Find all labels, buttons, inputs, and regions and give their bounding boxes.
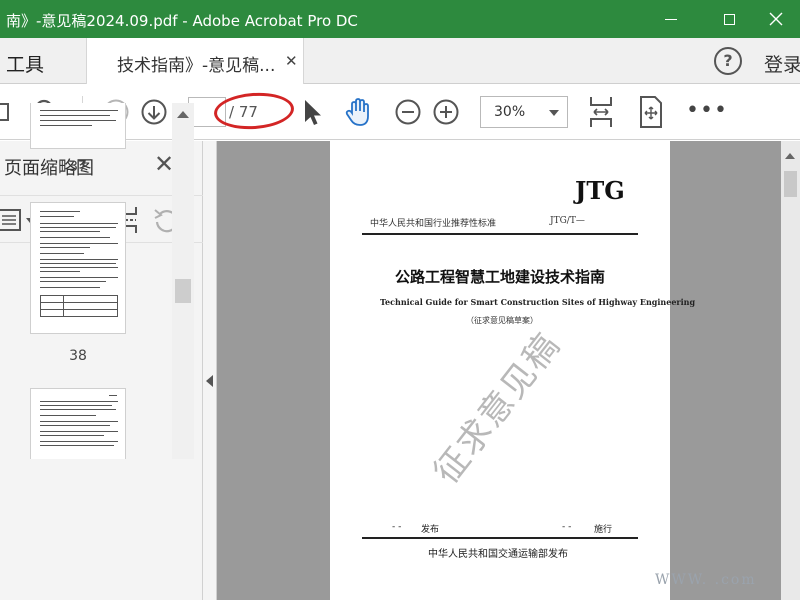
implement-label: 施行 bbox=[594, 525, 613, 535]
document-tab-label: 技术指南》-意见稿... bbox=[117, 56, 276, 76]
thumbnail-text-line bbox=[40, 211, 80, 212]
document-title-en: Technical Guide for Smart Construction S… bbox=[380, 297, 696, 307]
thumbnail-text-line bbox=[40, 259, 118, 260]
thumbnail-table bbox=[40, 295, 118, 317]
zoom-select[interactable]: 30% bbox=[480, 96, 568, 128]
thumbnail-text-line bbox=[40, 110, 118, 111]
thumbnail-text-line bbox=[40, 237, 110, 238]
zoom-in-icon[interactable] bbox=[432, 98, 460, 126]
thumbnail-text-line bbox=[40, 120, 116, 121]
login-button[interactable]: 登录 bbox=[764, 50, 800, 77]
zoom-out-icon[interactable] bbox=[394, 98, 422, 126]
maximize-icon bbox=[723, 13, 735, 25]
tab-document[interactable]: 技术指南》-意见稿... ✕ bbox=[86, 38, 304, 84]
thumbnail-text-line bbox=[40, 267, 118, 268]
thumbnail-table-rule bbox=[41, 309, 117, 310]
chevron-down-icon bbox=[549, 110, 559, 116]
thumbnail-text-line bbox=[40, 271, 80, 272]
thumbnail-text-line bbox=[40, 247, 90, 248]
thumbnail-text-line bbox=[40, 125, 92, 126]
minimize-icon bbox=[665, 18, 677, 20]
scroll-up-icon[interactable] bbox=[177, 111, 189, 118]
thumbnail-scrollbar[interactable] bbox=[172, 103, 194, 459]
header-rule bbox=[362, 233, 638, 235]
thumbnail-text-line bbox=[40, 243, 118, 244]
thumbnail-text-line bbox=[40, 216, 74, 217]
thumbnail-text-line bbox=[40, 223, 118, 224]
thumbnail-text-line bbox=[40, 435, 104, 436]
thumbnail-page-number: 37 bbox=[69, 159, 87, 175]
hand-tool-icon[interactable] bbox=[343, 96, 375, 128]
standard-code: JTG bbox=[575, 176, 625, 205]
thumbnail-text-line bbox=[40, 227, 116, 228]
minimize-button[interactable] bbox=[648, 0, 694, 38]
thumbnail-table-rule bbox=[63, 296, 64, 316]
fit-page-icon[interactable] bbox=[586, 95, 616, 129]
footer-rule bbox=[362, 537, 638, 539]
thumbnail-text-line bbox=[40, 431, 118, 432]
thumbnail-table-rule bbox=[41, 302, 117, 303]
window-title: 南》-意见稿2024.09.pdf - Adobe Acrobat Pro DC bbox=[6, 12, 358, 30]
collapse-arrow-icon bbox=[206, 375, 213, 387]
publish-date-placeholder: - - bbox=[392, 522, 402, 532]
thumbnail-text-line bbox=[40, 445, 114, 446]
close-window-button[interactable] bbox=[753, 0, 799, 38]
thumbnail-text-line bbox=[40, 425, 110, 426]
scrollbar-thumb[interactable] bbox=[175, 279, 191, 303]
scrollbar-thumb[interactable] bbox=[784, 171, 797, 197]
thumbnail-text-line bbox=[40, 287, 100, 288]
thumbnail-text-line bbox=[40, 263, 116, 264]
thumbnail-text-line bbox=[109, 395, 117, 396]
maximize-button[interactable] bbox=[706, 0, 752, 38]
implement-date-placeholder: - - bbox=[562, 522, 572, 532]
thumbnail-page-39[interactable] bbox=[30, 388, 126, 459]
standard-category: 中华人民共和国行业推荐性标准 bbox=[370, 219, 497, 229]
document-scrollbar[interactable] bbox=[781, 141, 800, 600]
thumbnail-text-line bbox=[40, 281, 106, 282]
thumbnail-text-line bbox=[40, 231, 100, 232]
title-bar: 南》-意见稿2024.09.pdf - Adobe Acrobat Pro DC bbox=[0, 0, 800, 38]
close-tab-icon[interactable]: ✕ bbox=[285, 52, 298, 70]
select-pointer-icon[interactable] bbox=[302, 98, 324, 128]
close-icon bbox=[769, 12, 783, 26]
publish-label: 发布 bbox=[421, 525, 440, 535]
full-screen-icon[interactable] bbox=[638, 95, 664, 129]
thumbnail-list: 37 38 bbox=[0, 103, 172, 459]
standard-number: JTG/T— bbox=[550, 216, 585, 226]
issuing-authority: 中华人民共和国交通运输部发布 bbox=[428, 549, 568, 560]
thumbnail-page-38[interactable] bbox=[30, 202, 126, 334]
thumbnail-text-line bbox=[40, 421, 118, 422]
thumbnail-text-line bbox=[40, 415, 96, 416]
document-title-cn: 公路工程智慧工地建设技术指南 bbox=[395, 268, 606, 286]
thumbnail-text-line bbox=[40, 409, 116, 410]
thumbnail-text-line bbox=[40, 115, 110, 116]
zoom-value: 30% bbox=[494, 104, 526, 120]
thumbnail-page-number: 38 bbox=[69, 348, 87, 364]
thumbnail-text-line bbox=[40, 401, 118, 402]
thumbnail-text-line bbox=[40, 277, 118, 278]
tab-tools[interactable]: 工具 bbox=[0, 38, 72, 84]
more-tools-button[interactable]: ••• bbox=[686, 98, 728, 123]
tab-row: 工具 技术指南》-意见稿... ✕ ? 登录 bbox=[0, 38, 800, 84]
help-button[interactable]: ? bbox=[714, 47, 742, 75]
thumbnail-text-line bbox=[40, 253, 84, 254]
thumbnail-page-37[interactable] bbox=[30, 103, 126, 149]
site-watermark: WWW. .com bbox=[655, 572, 757, 588]
thumbnail-text-line bbox=[40, 441, 118, 442]
collapse-pane-handle[interactable] bbox=[203, 141, 217, 600]
scroll-up-icon[interactable] bbox=[785, 153, 795, 159]
thumbnail-text-line bbox=[40, 405, 112, 406]
